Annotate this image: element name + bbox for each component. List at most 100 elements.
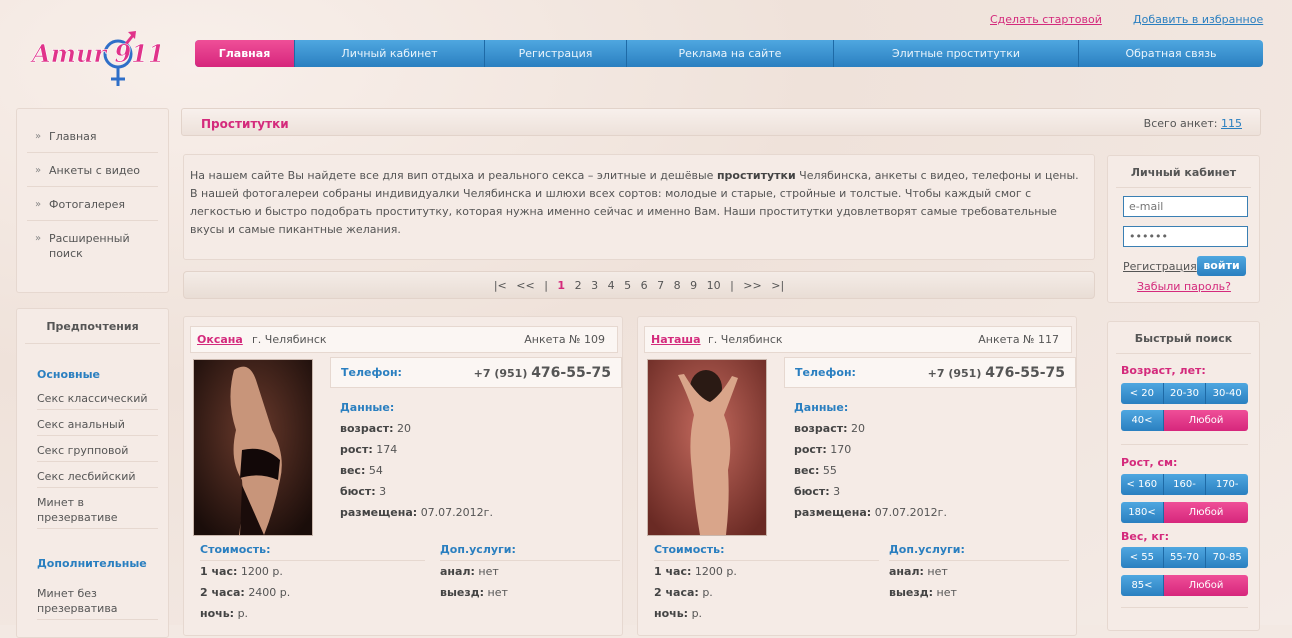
profile-name-link[interactable]: Наташа [651, 333, 701, 346]
height-filter-row2: 180< Любой [1121, 502, 1248, 523]
height-option[interactable]: 170-180 [1206, 474, 1248, 495]
bust-label: бюст: [794, 485, 830, 498]
cost-block: Стоимость: 1 час: 1200 р. 2 часа: р. ноч… [654, 539, 879, 624]
left-nav-video[interactable]: Анкеты с видео [27, 153, 158, 187]
weight-option[interactable]: 70-85 [1206, 547, 1248, 568]
pref-item[interactable]: Секс лесбийский [37, 462, 158, 488]
age-option[interactable]: 20-30 [1163, 383, 1207, 404]
height-option-any[interactable]: Любой [1164, 502, 1248, 523]
pager-page-current[interactable]: 1 [557, 279, 565, 292]
nav-feedback[interactable]: Обратная связь [1079, 40, 1263, 67]
choose-link[interactable]: подобрать проститутку [310, 205, 448, 218]
bust-value: 3 [833, 485, 841, 498]
profile-name-link[interactable]: Оксана [197, 333, 243, 346]
weight-option-any[interactable]: Любой [1164, 575, 1248, 596]
card-header: Наташа г. Челябинск Анкета № 117 [644, 326, 1072, 353]
pref-item[interactable]: Минет без презерватива [37, 579, 158, 620]
pager-prev[interactable]: << [516, 279, 534, 292]
height-value: 174 [376, 443, 398, 456]
cost-night: ночь: р. [200, 603, 425, 624]
nav-register[interactable]: Регистрация [485, 40, 627, 67]
date-value: 07.07.2012г. [420, 506, 493, 519]
age-value: 20 [851, 422, 866, 435]
left-nav-search[interactable]: Расширенный поиск [27, 221, 158, 269]
data-bust: бюст: 3 [794, 481, 947, 502]
weight-option[interactable]: 85< [1121, 575, 1164, 596]
age-filter-row2: 40< Любой [1121, 410, 1248, 431]
phone-label: Телефон: [795, 366, 856, 379]
height-option[interactable]: < 160 [1121, 474, 1164, 495]
weight-option[interactable]: 55-70 [1163, 547, 1207, 568]
add-favorite-link[interactable]: Добавить в избранное [1133, 13, 1263, 26]
make-start-link[interactable]: Сделать стартовой [990, 13, 1102, 26]
total-link[interactable]: 115 [1221, 117, 1242, 130]
slim-fat-link[interactable]: стройные и толстые [780, 187, 898, 200]
nav-elite[interactable]: Элитные проститутки [834, 40, 1079, 67]
nav-ads[interactable]: Реклама на сайте [627, 40, 834, 67]
age-option-any[interactable]: Любой [1164, 410, 1248, 431]
cost-night: ночь: р. [654, 603, 879, 624]
email-input[interactable] [1123, 196, 1248, 217]
intro-part: , [772, 187, 780, 200]
pager-page[interactable]: 9 [690, 279, 697, 292]
extra-heading: Доп.услуги: [889, 539, 1069, 561]
height-option[interactable]: 160-170 [1163, 474, 1207, 495]
cost-label: ночь: [654, 607, 689, 620]
phone-number[interactable]: +7 (951) 476-55-75 [928, 365, 1065, 381]
phone-number[interactable]: +7 (951) 476-55-75 [474, 365, 611, 381]
left-nav-gallery[interactable]: Фотогалерея [27, 187, 158, 221]
pager-page[interactable]: 7 [657, 279, 664, 292]
pager-page[interactable]: 8 [674, 279, 681, 292]
age-option[interactable]: 30-40 [1206, 383, 1248, 404]
pref-item[interactable]: Секс классический [37, 384, 158, 410]
pager-last[interactable]: >| [771, 279, 784, 292]
pager-page[interactable]: 2 [575, 279, 582, 292]
profile-card: Оксана г. Челябинск Анкета № 109 Телефон… [183, 316, 623, 636]
pref-item[interactable]: Секс анальный [37, 410, 158, 436]
pager-page[interactable]: 5 [624, 279, 631, 292]
nav-home[interactable]: Главная [195, 40, 295, 67]
profile-photo[interactable] [647, 359, 767, 536]
pref-extra-heading: Дополнительные [37, 557, 147, 570]
pager-page[interactable]: 3 [591, 279, 598, 292]
cost-label: 1 час: [200, 565, 238, 578]
profile-photo[interactable] [193, 359, 313, 536]
cost-label: 1 час: [654, 565, 692, 578]
height-option[interactable]: 180< [1121, 502, 1164, 523]
nav-cabinet[interactable]: Личный кабинет [295, 40, 485, 67]
site-logo[interactable]: Amur 911 [30, 26, 165, 92]
weight-option[interactable]: < 55 [1121, 547, 1164, 568]
cost-value: 1200 р. [694, 565, 737, 578]
logo-text: Amur 911 [30, 39, 160, 68]
pager-next[interactable]: >> [743, 279, 761, 292]
password-input[interactable] [1123, 226, 1248, 247]
login-button[interactable]: войти [1197, 256, 1246, 276]
login-title: Личный кабинет [1116, 156, 1251, 188]
young-old-link[interactable]: молодые и старые [665, 187, 773, 200]
data-heading: Данные: [340, 401, 395, 414]
cost-1h: 1 час: 1200 р. [654, 561, 879, 582]
extra-label: выезд: [889, 586, 934, 599]
age-option[interactable]: 40< [1121, 410, 1164, 431]
pager-page[interactable]: 10 [707, 279, 721, 292]
weight-filter-label: Вес, кг: [1121, 530, 1169, 543]
forgot-password-link[interactable]: Забыли пароль? [1137, 280, 1231, 293]
pager-page[interactable]: 6 [641, 279, 648, 292]
cost-value: 2400 р. [248, 586, 291, 599]
phone-label: Телефон: [341, 366, 402, 379]
age-option[interactable]: < 20 [1121, 383, 1164, 404]
register-link[interactable]: Регистрация [1123, 260, 1197, 273]
weight-value: 55 [822, 464, 837, 477]
data-age: возраст: 20 [794, 418, 947, 439]
age-label: возраст: [794, 422, 848, 435]
age-label: возраст: [340, 422, 394, 435]
pager-first[interactable]: |< [494, 279, 507, 292]
left-nav-home[interactable]: Главная [27, 119, 158, 153]
pref-item[interactable]: Минет в презервативе [37, 488, 158, 529]
pref-item[interactable]: Секс групповой [37, 436, 158, 462]
height-label: рост: [340, 443, 373, 456]
extra-value: нет [927, 565, 948, 578]
weight-filter-row2: 85< Любой [1121, 575, 1248, 596]
gallery-link[interactable]: фотогалереи [242, 187, 319, 200]
pager-page[interactable]: 4 [608, 279, 615, 292]
